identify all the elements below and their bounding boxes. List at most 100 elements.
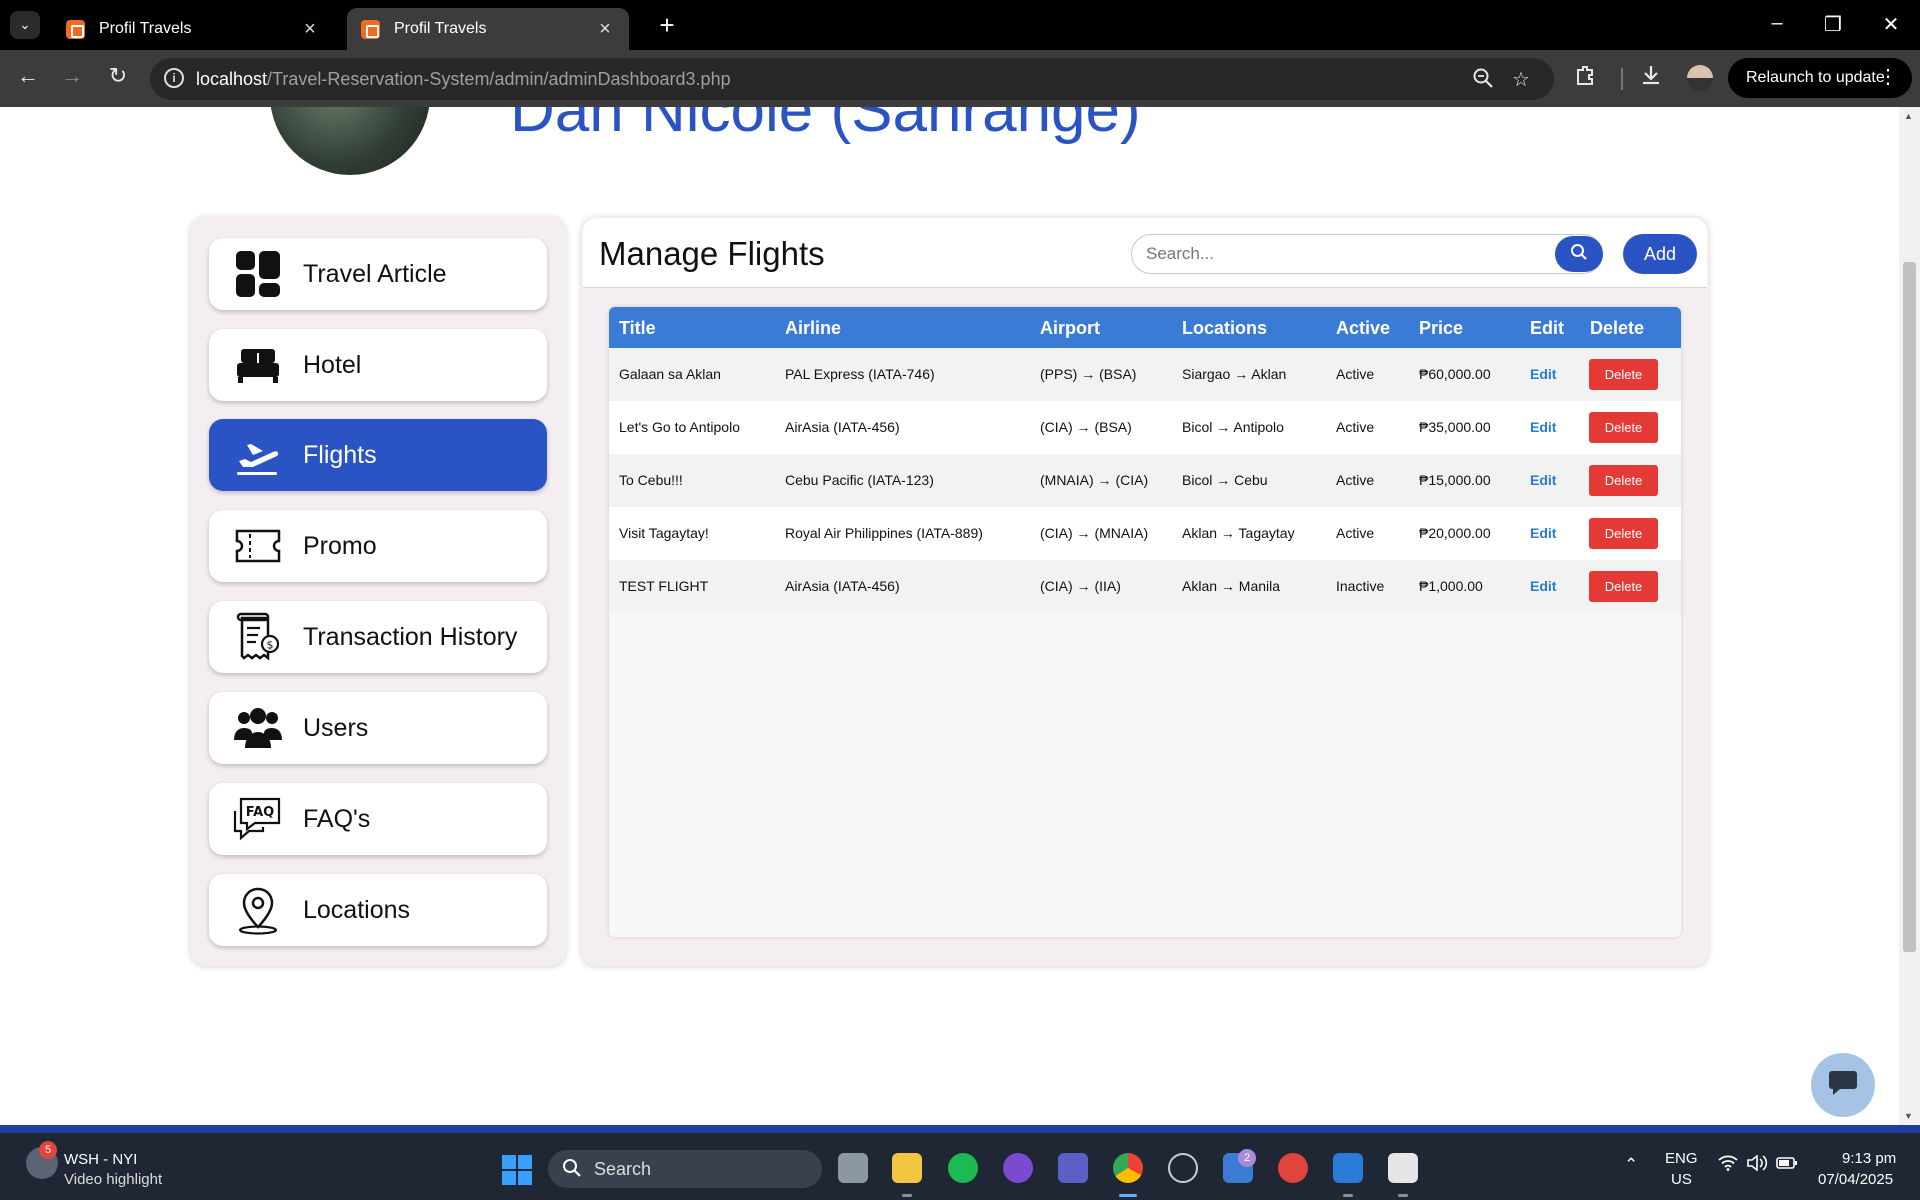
delete-button[interactable]: Delete	[1589, 571, 1658, 602]
wifi-icon[interactable]	[1718, 1155, 1738, 1176]
chevron-down-icon: ⌄	[19, 17, 31, 32]
url-text[interactable]: localhost/Travel-Reservation-System/admi…	[196, 69, 731, 90]
cell-price: ₱20,000.00	[1419, 525, 1491, 541]
tab-search-button[interactable]: ⌄	[10, 11, 40, 39]
plane-departure-icon	[233, 430, 283, 480]
table-row: To Cebu!!! Cebu Pacific (IATA-123) (MNAI…	[609, 454, 1681, 507]
delete-button[interactable]: Delete	[1589, 359, 1658, 390]
region-indicator[interactable]: US	[1671, 1171, 1692, 1188]
vscode-icon[interactable]	[1333, 1153, 1363, 1183]
sidebar-item-label: Flights	[303, 440, 377, 469]
clock-time[interactable]: 9:13 pm	[1842, 1150, 1896, 1167]
sidebar-item-travel-article[interactable]: Travel Article	[209, 238, 547, 310]
snipping-tool-icon[interactable]	[1388, 1153, 1418, 1183]
edit-link[interactable]: Edit	[1530, 525, 1556, 541]
cell-airport: (CIA) → (MNAIA)	[1040, 525, 1149, 541]
reload-icon[interactable]: ↻	[102, 63, 134, 89]
language-indicator[interactable]: ENG	[1665, 1150, 1698, 1167]
browser-tab-2[interactable]: Profil Travels ×	[347, 8, 629, 50]
restore-icon[interactable]: ❐	[1818, 12, 1848, 37]
cell-price: ₱35,000.00	[1419, 419, 1491, 435]
running-indicator	[1343, 1194, 1353, 1197]
sidebar-item-flights[interactable]: Flights	[209, 419, 547, 491]
edit-link[interactable]: Edit	[1530, 578, 1556, 594]
forward-icon[interactable]: →	[56, 63, 88, 89]
obs-icon[interactable]	[1168, 1153, 1198, 1183]
minimize-icon[interactable]: –	[1762, 12, 1792, 35]
browser-toolbar: ← → ↻ i localhost/Travel-Reservation-Sys…	[0, 50, 1920, 107]
chat-button[interactable]	[1811, 1053, 1875, 1117]
edit-link[interactable]: Edit	[1530, 366, 1556, 382]
bookmark-star-icon[interactable]: ☆	[1512, 67, 1530, 92]
battery-icon[interactable]	[1776, 1155, 1798, 1175]
toolbar-divider	[1621, 68, 1623, 90]
column-header-edit: Edit	[1530, 318, 1564, 338]
sidebar-item-label: FAQ's	[303, 804, 371, 833]
cell-title: Galaan sa Aklan	[619, 366, 721, 382]
sidebar-item-faqs[interactable]: FAQ FAQ's	[209, 783, 547, 855]
running-indicator	[902, 1194, 912, 1197]
chevron-up-icon[interactable]: ⌃	[1624, 1155, 1638, 1175]
search-input[interactable]	[1146, 235, 1546, 273]
search-button[interactable]	[1555, 236, 1603, 272]
column-header-airline: Airline	[785, 318, 842, 338]
sidebar-item-hotel[interactable]: Hotel	[209, 329, 547, 401]
cell-active: Inactive	[1336, 578, 1385, 594]
sidebar-item-locations[interactable]: Locations	[209, 874, 547, 946]
cell-airport: (PPS) → (BSA)	[1040, 366, 1137, 382]
more-menu-icon[interactable]: ⋮	[1878, 64, 1898, 89]
task-view-icon[interactable]	[838, 1153, 868, 1183]
add-flight-button[interactable]: Add	[1623, 234, 1697, 274]
cell-airline: PAL Express (IATA-746)	[785, 366, 935, 382]
browser-tab-1[interactable]: Profil Travels ×	[52, 8, 334, 50]
extensions-icon[interactable]	[1574, 64, 1596, 92]
address-bar[interactable]: i localhost/Travel-Reservation-System/ad…	[150, 58, 1554, 100]
volume-icon[interactable]	[1746, 1154, 1768, 1176]
cell-locations: Bicol → Cebu	[1182, 472, 1268, 488]
profile-avatar[interactable]	[1687, 65, 1713, 91]
wps-office-icon[interactable]	[1278, 1153, 1308, 1183]
sidebar-item-transaction-history[interactable]: $ Transaction History	[209, 601, 547, 673]
sidebar-item-promo[interactable]: Promo	[209, 510, 547, 582]
windows-start-icon[interactable]	[502, 1155, 532, 1185]
close-tab-icon[interactable]: ×	[595, 18, 615, 41]
download-icon[interactable]	[1640, 64, 1662, 92]
flights-table: Title Airline Airport Locations Active P…	[609, 307, 1681, 937]
edit-link[interactable]: Edit	[1530, 472, 1556, 488]
file-explorer-icon[interactable]	[892, 1153, 922, 1183]
cell-title: TEST FLIGHT	[619, 578, 709, 594]
chat-icon	[1828, 1069, 1858, 1102]
sidebar-item-label: Locations	[303, 895, 411, 924]
close-window-icon[interactable]: ✕	[1876, 12, 1906, 37]
relaunch-button[interactable]: Relaunch to update ⋮	[1728, 58, 1912, 98]
cell-airline: AirAsia (IATA-456)	[785, 578, 900, 594]
chrome-icon[interactable]	[1113, 1153, 1143, 1183]
sidebar-item-label: Promo	[303, 531, 377, 560]
zoom-icon[interactable]	[1472, 67, 1494, 95]
teams-icon[interactable]	[1058, 1153, 1088, 1183]
delete-button[interactable]: Delete	[1589, 465, 1658, 496]
delete-button[interactable]: Delete	[1589, 518, 1658, 549]
media-player-icon[interactable]	[1003, 1153, 1033, 1183]
new-tab-button[interactable]: +	[652, 10, 682, 41]
back-icon[interactable]: ←	[12, 63, 44, 89]
close-tab-icon[interactable]: ×	[300, 18, 320, 41]
delete-button[interactable]: Delete	[1589, 412, 1658, 443]
widget-subtitle[interactable]: Video highlight	[64, 1171, 162, 1188]
edit-link[interactable]: Edit	[1530, 419, 1556, 435]
clock-date[interactable]: 07/04/2025	[1818, 1171, 1893, 1188]
spotify-icon[interactable]	[948, 1153, 978, 1183]
site-info-icon[interactable]: i	[164, 68, 184, 88]
receipt-icon: $	[233, 612, 283, 662]
page-scrollbar[interactable]: ▲ ▼	[1899, 107, 1920, 1125]
scroll-thumb[interactable]	[1903, 262, 1916, 952]
svg-text:FAQ: FAQ	[246, 805, 275, 820]
admin-avatar	[270, 107, 430, 175]
widget-title[interactable]: WSH - NYI	[64, 1151, 137, 1168]
taskbar-search[interactable]: Search	[548, 1150, 822, 1188]
sidebar-item-users[interactable]: Users	[209, 692, 547, 764]
sidebar-item-label: Hotel	[303, 350, 362, 379]
sidebar-item-label: Transaction History	[303, 622, 518, 651]
scroll-down-icon[interactable]: ▼	[1904, 1111, 1913, 1121]
scroll-up-icon[interactable]: ▲	[1904, 111, 1913, 121]
